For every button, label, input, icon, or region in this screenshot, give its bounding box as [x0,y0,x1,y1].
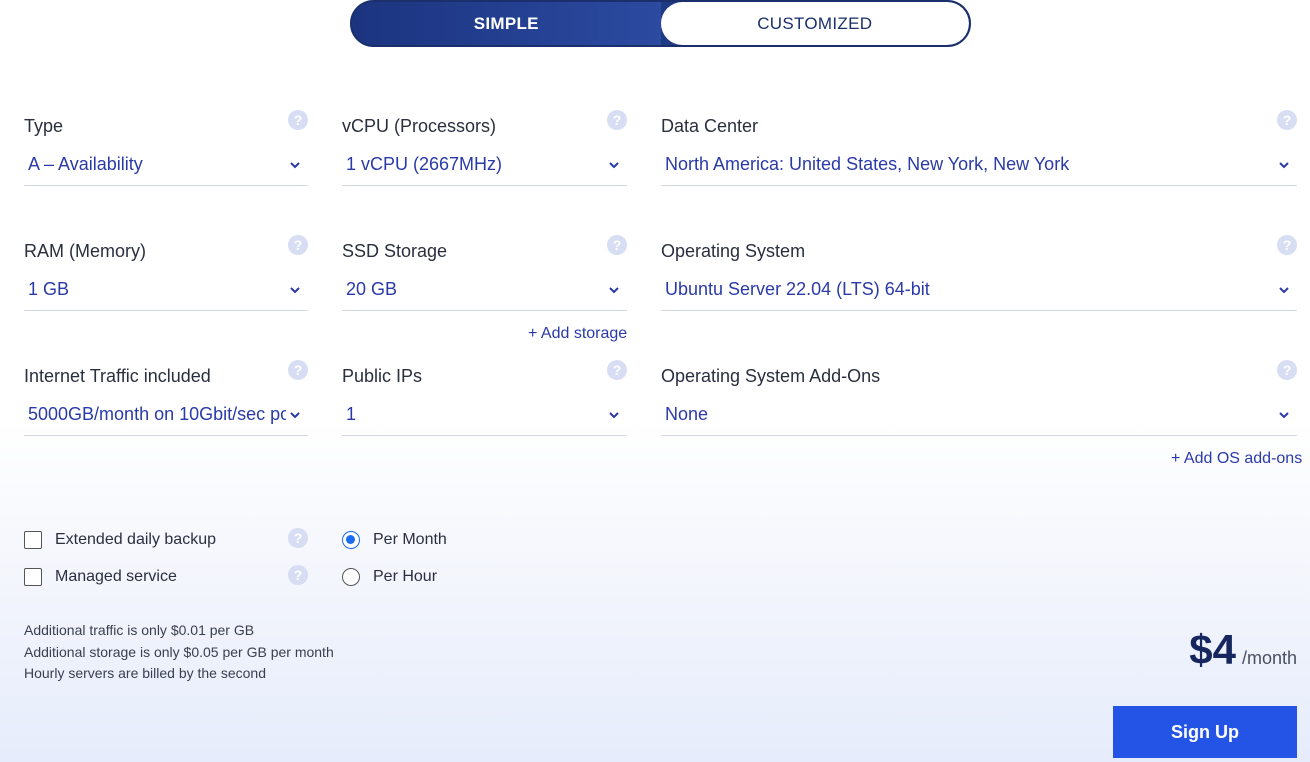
data-center-label: Data Center [661,116,759,136]
price-amount: $4 [1189,626,1236,673]
pricing-notes: Additional traffic is only $0.01 per GB … [24,620,334,685]
add-storage-link[interactable]: + Add storage [528,325,627,343]
per-hour-option[interactable]: Per Hour [342,568,437,586]
os-addons-field: Operating System Add-Ons ? None [661,360,1297,446]
vcpu-select[interactable]: 1 vCPU (2667MHz) [342,144,627,186]
public-ips-value: 1 [346,404,357,424]
per-month-label: Per Month [373,531,447,548]
ssd-select[interactable]: 20 GB [342,269,627,311]
data-center-value: North America: United States, New York, … [665,154,1070,174]
tab-customized[interactable]: CUSTOMIZED [660,2,969,45]
help-circle-icon[interactable]: ? [288,235,308,255]
traffic-field: Internet Traffic included ? 5000GB/month… [24,360,308,446]
help-circle-icon[interactable]: ? [607,235,627,255]
managed-service-checkbox[interactable] [24,568,42,586]
data-center-select[interactable]: North America: United States, New York, … [661,144,1297,186]
ram-select[interactable]: 1 GB [24,269,308,311]
ssd-value: 20 GB [346,279,398,299]
help-circle-icon[interactable]: ? [1277,110,1297,130]
os-value: Ubuntu Server 22.04 (LTS) 64-bit [665,279,930,299]
ssd-field: SSD Storage ? 20 GB [342,235,627,321]
vcpu-value: 1 vCPU (2667MHz) [346,154,503,174]
help-circle-icon[interactable]: ? [1277,235,1297,255]
extended-backup-label: Extended daily backup [55,531,216,548]
help-circle-icon[interactable]: ? [1277,360,1297,380]
note-traffic: Additional traffic is only $0.01 per GB [24,622,255,638]
extended-backup-checkbox[interactable] [24,531,42,549]
type-value: A – Availability [28,154,143,174]
vcpu-field: vCPU (Processors) ? 1 vCPU (2667MHz) [342,110,627,196]
tab-simple[interactable]: SIMPLE [352,2,661,45]
type-field: Type ? A – Availability [24,110,308,196]
chevron-down-icon [1279,411,1289,418]
traffic-value: 5000GB/month on 10Gbit/sec port [28,404,286,424]
note-storage: Additional storage is only $0.05 per GB … [24,643,334,660]
mode-toggle: SIMPLE CUSTOMIZED [350,0,971,47]
os-addons-value: None [665,404,709,424]
chevron-down-icon [290,161,300,168]
extended-backup-option[interactable]: Extended daily backup [24,531,216,549]
chevron-down-icon [609,161,619,168]
chevron-down-icon [609,286,619,293]
ram-label: RAM (Memory) [24,241,146,261]
help-circle-icon[interactable]: ? [288,360,308,380]
chevron-down-icon [290,286,300,293]
public-ips-field: Public IPs ? 1 [342,360,627,446]
per-month-option[interactable]: Per Month [342,531,447,549]
os-label: Operating System [661,241,806,261]
data-center-field: Data Center ? North America: United Stat… [661,110,1297,196]
per-hour-label: Per Hour [373,568,438,585]
traffic-select[interactable]: 5000GB/month on 10Gbit/sec port [24,394,308,436]
chevron-down-icon [1279,286,1289,293]
type-label: Type [24,116,64,136]
ssd-label: SSD Storage [342,241,448,261]
public-ips-select[interactable]: 1 [342,394,627,436]
chevron-down-icon [290,411,300,418]
per-hour-radio[interactable] [342,568,360,586]
help-circle-icon[interactable]: ? [607,110,627,130]
help-circle-icon[interactable]: ? [288,528,308,548]
note-hourly: Hourly servers are billed by the second [24,665,267,681]
help-circle-icon[interactable]: ? [607,360,627,380]
public-ips-label: Public IPs [342,366,423,386]
sign-up-button[interactable]: Sign Up [1113,706,1297,758]
managed-service-option[interactable]: Managed service [24,568,177,586]
price-display: $4 /month [1189,626,1297,674]
help-circle-icon[interactable]: ? [288,110,308,130]
traffic-label: Internet Traffic included [24,366,211,386]
os-select[interactable]: Ubuntu Server 22.04 (LTS) 64-bit [661,269,1297,311]
help-circle-icon[interactable]: ? [288,565,308,585]
add-os-addons-link[interactable]: + Add OS add-ons [1171,450,1302,468]
managed-service-label: Managed service [55,568,177,585]
ram-value: 1 GB [28,279,70,299]
per-month-radio[interactable] [342,531,360,549]
price-period: /month [1241,648,1297,668]
os-addons-select[interactable]: None [661,394,1297,436]
os-field: Operating System ? Ubuntu Server 22.04 (… [661,235,1297,321]
chevron-down-icon [609,411,619,418]
vcpu-label: vCPU (Processors) [342,116,497,136]
ram-field: RAM (Memory) ? 1 GB [24,235,308,321]
type-select[interactable]: A – Availability [24,144,308,186]
os-addons-label: Operating System Add-Ons [661,366,881,386]
chevron-down-icon [1279,161,1289,168]
